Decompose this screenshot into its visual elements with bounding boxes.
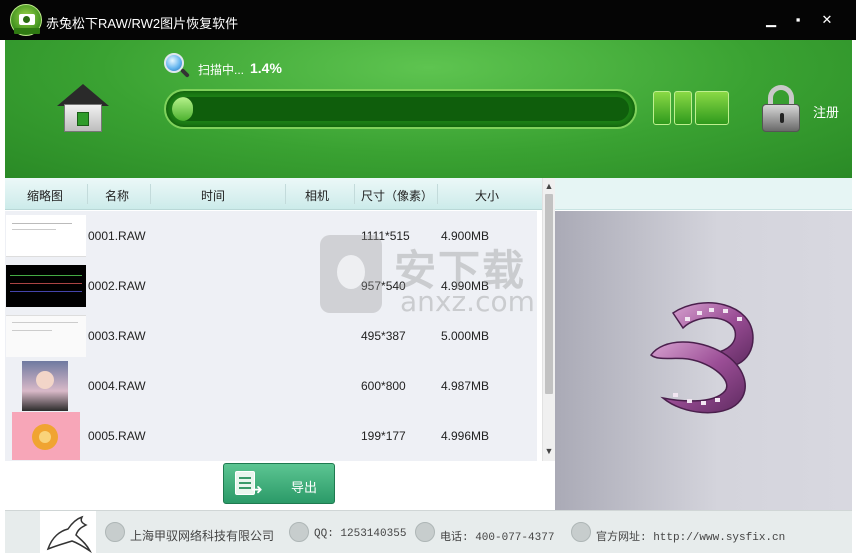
scan-percent: 1.4% bbox=[250, 60, 282, 76]
export-label: 导出 bbox=[291, 480, 318, 495]
thumbnail-image bbox=[6, 265, 86, 307]
file-dimensions: 495*387 bbox=[361, 329, 406, 343]
qq-icon bbox=[289, 522, 309, 542]
thumbnail-image bbox=[22, 361, 68, 411]
file-size: 4.987MB bbox=[441, 379, 490, 393]
qq-number: QQ: 1253140355 bbox=[314, 528, 407, 540]
view-toggle-icon[interactable] bbox=[674, 91, 692, 125]
file-name: 0002.RAW bbox=[88, 279, 146, 293]
building-icon bbox=[105, 522, 125, 542]
home-icon bbox=[57, 84, 109, 106]
file-name: 0001.RAW bbox=[88, 229, 146, 243]
file-name: 0004.RAW bbox=[88, 379, 146, 393]
preview-panel bbox=[555, 178, 852, 510]
scan-status: 扫描中... bbox=[198, 63, 245, 77]
preview-pane bbox=[555, 211, 852, 510]
column-camera[interactable]: 相机 bbox=[305, 187, 329, 204]
file-size: 5.000MB bbox=[441, 329, 490, 343]
horse-logo-icon bbox=[40, 511, 96, 553]
maximize-button[interactable]: ▪ bbox=[790, 12, 806, 28]
column-dimensions[interactable]: 尺寸（像素） bbox=[361, 187, 433, 204]
window-title: 赤兔松下RAW/RW2图片恢复软件 bbox=[46, 16, 239, 31]
app-camera-icon bbox=[10, 4, 42, 36]
website-link[interactable]: 官方网址: http://www.sysfix.cn bbox=[596, 528, 785, 544]
view-toggle-icon[interactable] bbox=[695, 91, 729, 125]
file-dimensions: 199*177 bbox=[361, 429, 406, 443]
phone-icon bbox=[415, 522, 435, 542]
register-link[interactable]: 注册 bbox=[813, 102, 839, 121]
thumbnail-image bbox=[6, 215, 86, 257]
file-dimensions: 600*800 bbox=[361, 379, 406, 393]
scroll-down-button[interactable]: ▼ bbox=[543, 444, 555, 458]
close-button[interactable]: ✕ bbox=[819, 12, 835, 28]
company-name: 上海甲驭网络科技有限公司 bbox=[130, 529, 275, 543]
column-thumbnail[interactable]: 缩略图 bbox=[27, 187, 63, 204]
progress-fill bbox=[172, 97, 193, 121]
phone-number: 电话: 400-077-4377 bbox=[440, 532, 555, 544]
file-name: 0003.RAW bbox=[88, 329, 146, 343]
thumbnail-image bbox=[12, 412, 80, 460]
watermark-logo-icon bbox=[320, 235, 382, 313]
column-name[interactable]: 名称 bbox=[105, 187, 129, 204]
globe-icon bbox=[571, 522, 591, 542]
file-size: 4.996MB bbox=[441, 429, 490, 443]
watermark-en: anxz.com bbox=[400, 285, 535, 318]
home-button[interactable] bbox=[55, 80, 111, 136]
file-name: 0005.RAW bbox=[88, 429, 146, 443]
scroll-up-button[interactable]: ▲ bbox=[543, 179, 555, 193]
view-toggle-icon[interactable] bbox=[653, 91, 671, 125]
header-panel: 扫描中... 1.4% 注册 bbox=[5, 40, 852, 178]
minimize-button[interactable]: ▁ bbox=[763, 12, 779, 28]
scroll-thumb[interactable] bbox=[545, 194, 553, 394]
scan-progress-bar bbox=[164, 89, 637, 129]
column-size[interactable]: 大小 bbox=[475, 187, 499, 204]
table-row[interactable]: 0004.RAW 600*800 4.987MB bbox=[5, 361, 537, 411]
footer-bar: 上海甲驭网络科技有限公司 QQ: 1253140355 电话: 400-077-… bbox=[5, 510, 852, 553]
column-time[interactable]: 时间 bbox=[201, 187, 225, 204]
file-list-panel: 缩略图 名称 时间 相机 尺寸（像素） 大小 0001.RAW 1111*515… bbox=[5, 178, 555, 510]
table-header: 缩略图 名称 时间 相机 尺寸（像素） 大小 bbox=[5, 178, 542, 210]
watermark: 安下载 anxz.com bbox=[320, 235, 540, 325]
film-reel-icon bbox=[649, 302, 754, 414]
vertical-scrollbar[interactable]: ▲ ▼ bbox=[542, 178, 555, 461]
export-icon: ➜ bbox=[235, 471, 263, 497]
export-button[interactable]: ➜ 导出 bbox=[223, 463, 335, 504]
title-bar: 赤兔松下RAW/RW2图片恢复软件 ▁ ▪ ✕ bbox=[0, 0, 856, 40]
lock-icon[interactable] bbox=[760, 85, 802, 133]
table-row[interactable]: 0005.RAW 199*177 4.996MB bbox=[5, 411, 537, 461]
magnifier-icon bbox=[164, 53, 190, 79]
thumbnail-image bbox=[6, 315, 86, 357]
